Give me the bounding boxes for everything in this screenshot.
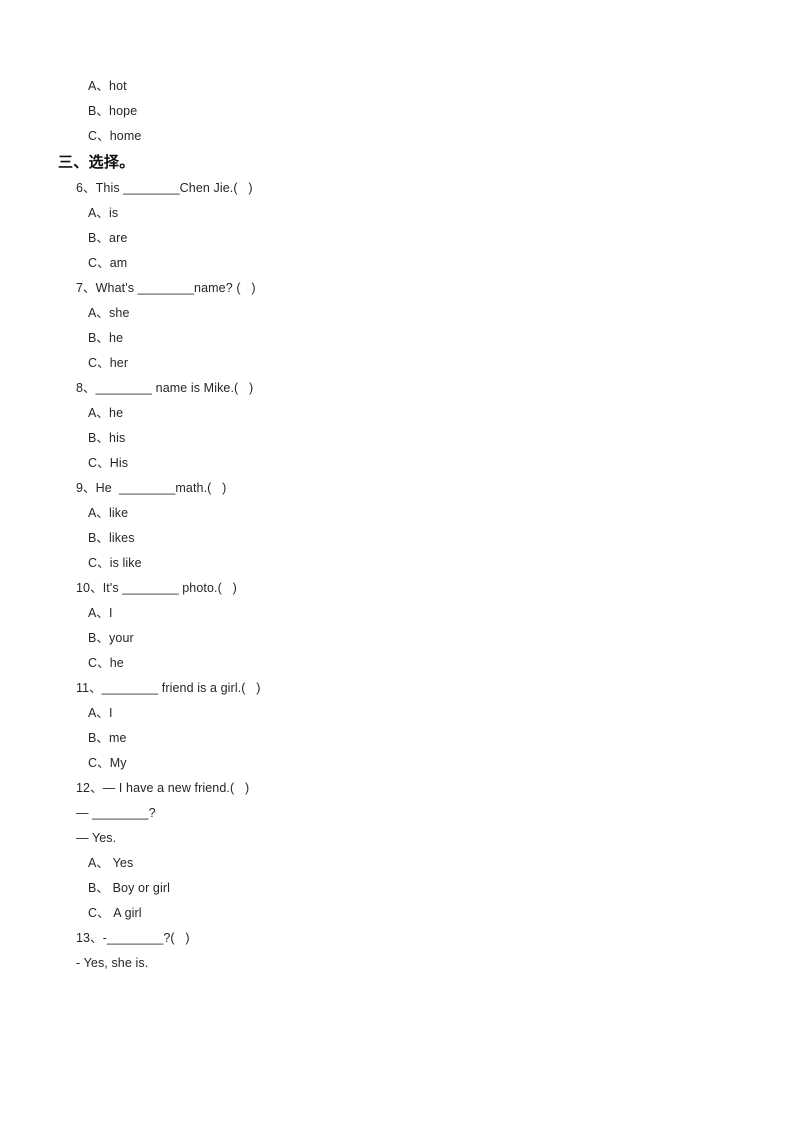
option-line[interactable]: A、is [0,201,793,226]
option-line: B、hope [88,104,138,118]
question-stem: 10、It's ________ photo.( ) [76,581,237,595]
option-line[interactable]: B、are [0,226,793,251]
option-line[interactable]: A、she [0,301,793,326]
question-stem: 12、— I have a new friend.( ) [76,781,250,795]
option-line[interactable]: A、 Yes [0,851,793,876]
option-line[interactable]: B、his [0,426,793,451]
option-line[interactable]: C、 A girl [0,901,793,926]
option-line[interactable]: A、I [0,601,793,626]
option-line[interactable]: C、My [0,751,793,776]
question-stem: 7、What's ________name? ( ) [76,281,256,295]
option-line[interactable]: B、me [0,726,793,751]
option-line[interactable]: B、he [0,326,793,351]
question-stem: 11、________ friend is a girl.( ) [76,681,261,695]
worksheet-page: A、hot B、hope C、home 三、选择。 6、This _______… [0,0,793,1122]
option-line[interactable]: C、His [0,451,793,476]
option-line[interactable]: C、he [0,651,793,676]
dialogue-line: — ________? [76,806,156,820]
worksheet-content: A、hot B、hope C、home 三、选择。 6、This _______… [0,74,793,976]
section-heading: 三、选择。 [58,154,135,171]
dialogue-line: - Yes, she is. [76,956,149,970]
option-line[interactable]: C、is like [0,551,793,576]
option-line[interactable]: B、 Boy or girl [0,876,793,901]
option-line[interactable]: B、your [0,626,793,651]
option-line[interactable]: A、I [0,701,793,726]
option-line[interactable]: B、likes [0,526,793,551]
question-stem: 8、________ name is Mike.( ) [76,381,254,395]
question-stem: 13、-________?( ) [76,931,190,945]
question-stem: 6、This ________Chen Jie.( ) [76,181,253,195]
option-line: A、hot [88,79,127,93]
option-line[interactable]: C、am [0,251,793,276]
option-line: C、home [88,129,142,143]
dialogue-line: — Yes. [76,831,117,845]
option-line[interactable]: A、he [0,401,793,426]
option-line[interactable]: C、her [0,351,793,376]
question-stem: 9、He ________math.( ) [76,481,227,495]
option-line[interactable]: A、like [0,501,793,526]
